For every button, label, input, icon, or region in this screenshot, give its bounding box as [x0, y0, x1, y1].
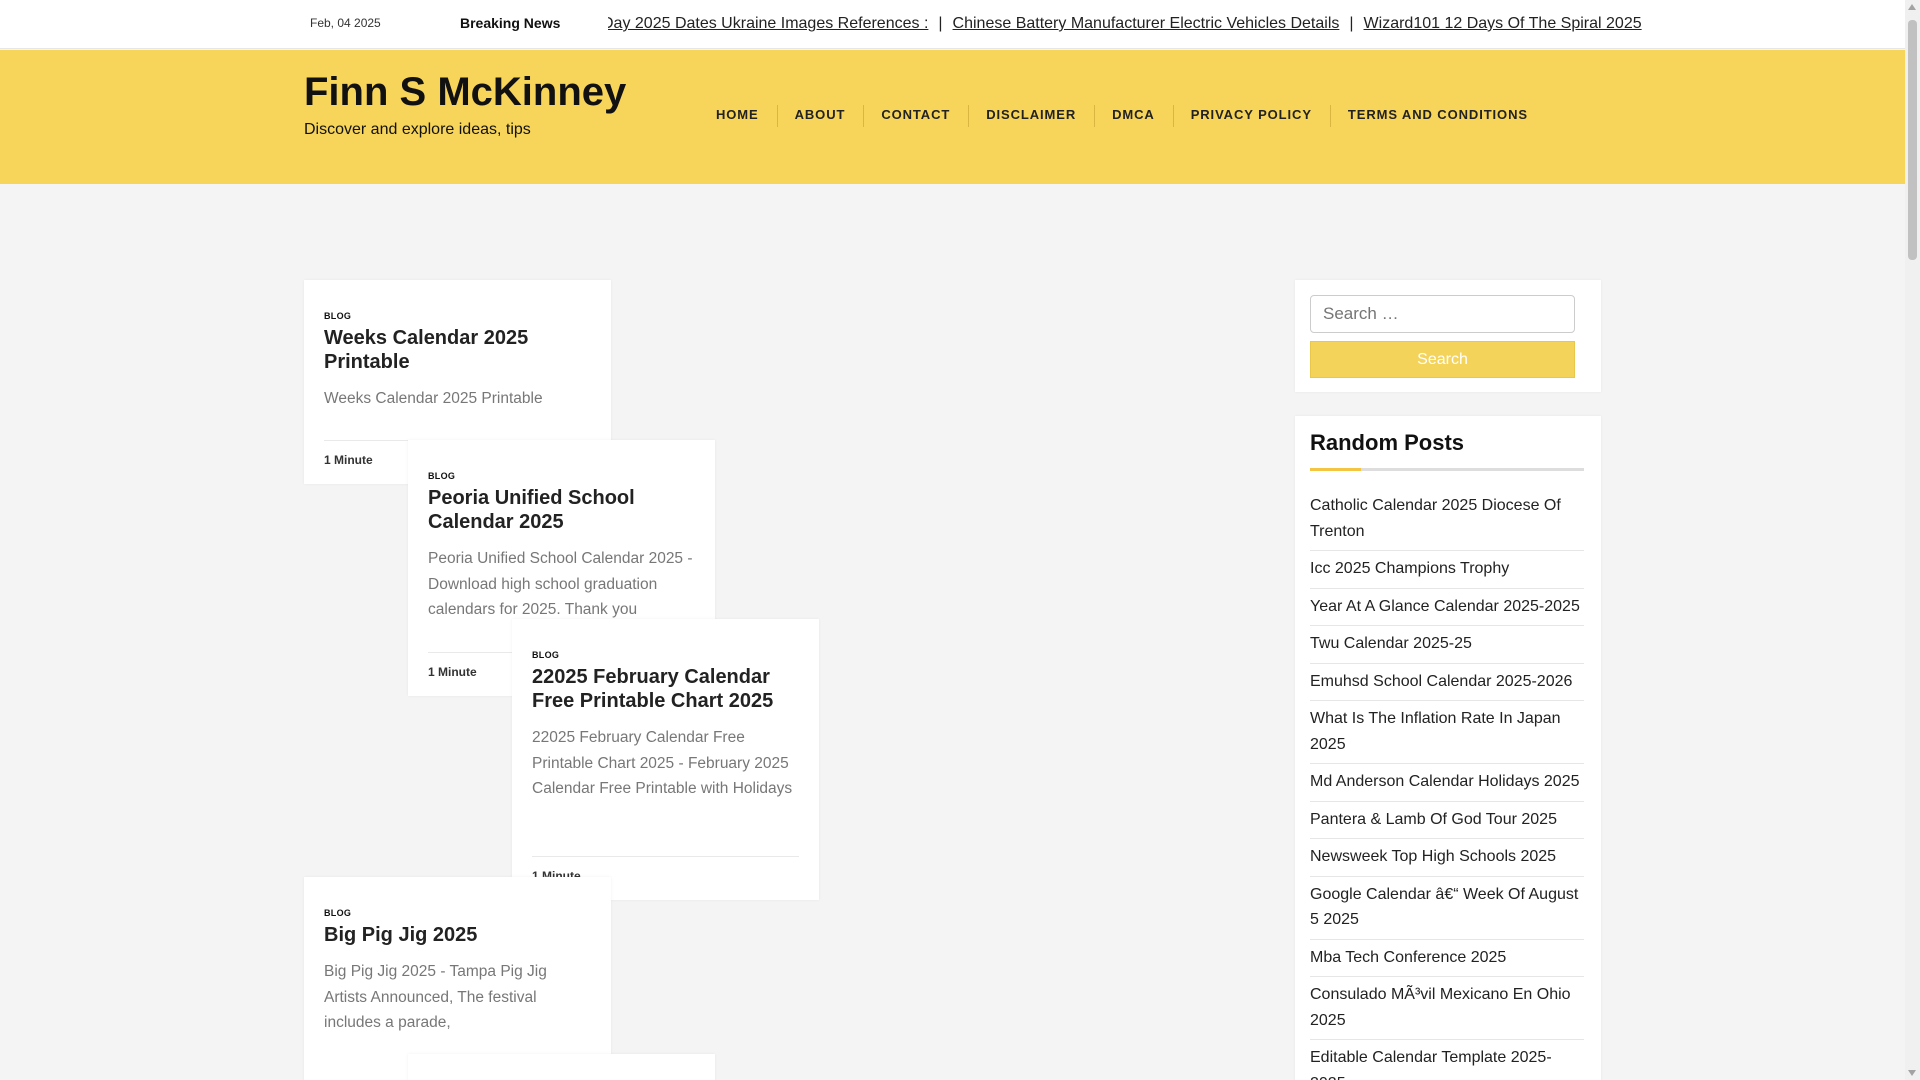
post-title[interactable]: Peoria Unified School Calendar 2025 [428, 486, 695, 534]
search-button[interactable]: Search [1310, 341, 1575, 378]
post-excerpt: Peoria Unified School Calendar 2025 - Do… [428, 550, 693, 618]
nav-item-about[interactable]: ABOUT [776, 105, 864, 129]
post-title[interactable]: Weeks Calendar 2025 Printable [324, 326, 591, 374]
top-bar: Feb, 04 2025 Breaking News Day 2025 Date… [0, 0, 1905, 49]
search-widget: Search [1295, 280, 1601, 392]
news-ticker: Day 2025 Dates Ukraine Images References… [608, 13, 1653, 37]
random-post-link[interactable]: Consulado MÃ³vil Mexicano En Ohio 2025 [1310, 977, 1584, 1040]
nav-item-terms-and-conditions[interactable]: TERMS AND CONDITIONS [1329, 105, 1546, 129]
post-category[interactable]: BLOG [532, 650, 799, 660]
nav-item-dmca[interactable]: DMCA [1094, 105, 1173, 129]
ticker-link[interactable]: Chinese Battery Manufacturer Electric Ve… [953, 15, 1340, 32]
post-card: BLOG 22025 February Calendar Free Printa… [512, 619, 819, 900]
ticker-separator: | [938, 15, 943, 32]
post-excerpt: Big Pig Jig 2025 - Tampa Pig Jig Artists… [324, 963, 547, 1031]
random-post-link[interactable]: Emuhsd School Calendar 2025-2026 [1310, 664, 1584, 701]
current-date: Feb, 04 2025 [310, 16, 381, 30]
scroll-up-arrow-icon[interactable] [1908, 4, 1916, 10]
post-title[interactable]: Big Pig Jig 2025 [324, 923, 591, 947]
post-category[interactable]: BLOG [428, 471, 695, 481]
random-post-link[interactable]: Editable Calendar Template 2025-2025 [1310, 1040, 1584, 1080]
post-card: BLOG Big Pig Jig 2025 Big Pig Jig 2025 -… [304, 877, 611, 1080]
site-header: Finn S McKinney Discover and explore ide… [0, 50, 1905, 184]
vertical-scrollbar[interactable] [1905, 0, 1920, 1080]
post-excerpt: 22025 February Calendar Free Printable C… [532, 729, 793, 797]
random-post-link[interactable]: What Is The Inflation Rate In Japan 2025 [1310, 701, 1584, 764]
breaking-news-label: Breaking News [460, 15, 561, 31]
site-description: Discover and explore ideas, tips [304, 121, 531, 138]
nav-item-disclaimer[interactable]: DISCLAIMER [968, 105, 1094, 129]
random-post-link[interactable]: Mba Tech Conference 2025 [1310, 940, 1584, 977]
post-category[interactable]: BLOG [324, 311, 591, 321]
page: Feb, 04 2025 Breaking News Day 2025 Date… [0, 0, 1905, 1080]
random-posts-widget: Random Posts Catholic Calendar 2025 Dioc… [1295, 416, 1601, 1080]
random-post-link[interactable]: Google Calendar â€“ Week Of August 5 202… [1310, 877, 1584, 940]
random-post-link[interactable]: Md Anderson Calendar Holidays 2025 [1310, 764, 1584, 802]
random-post-link[interactable]: Newsweek Top High Schools 2025 [1310, 839, 1584, 877]
scroll-down-arrow-icon[interactable] [1908, 1070, 1916, 1076]
widget-title-underline [1310, 468, 1584, 471]
random-post-link[interactable]: Year At A Glance Calendar 2025-2025 [1310, 589, 1584, 626]
scrollbar-thumb[interactable] [1908, 20, 1917, 260]
random-post-link[interactable]: Catholic Calendar 2025 Diocese Of Trento… [1310, 488, 1584, 551]
ticker-separator: | [1349, 15, 1354, 32]
ticker-link[interactable]: Day 2025 Dates Ukraine Images References… [608, 15, 928, 32]
post-excerpt: Weeks Calendar 2025 Printable [324, 390, 543, 407]
random-post-link[interactable]: Icc 2025 Champions Trophy [1310, 551, 1584, 589]
site-title[interactable]: Finn S McKinney [304, 70, 626, 115]
nav-item-contact[interactable]: CONTACT [863, 105, 968, 129]
random-post-link[interactable]: Twu Calendar 2025-25 [1310, 626, 1584, 664]
post-title[interactable]: 22025 February Calendar Free Printable C… [532, 665, 799, 713]
post-category[interactable]: BLOG [324, 908, 591, 918]
main-navigation: HOME ABOUT CONTACT DISCLAIMER DMCA PRIVA… [698, 105, 1546, 129]
post-card-partial [408, 1054, 715, 1080]
ticker-link[interactable]: Wizard101 12 Days Of The Spiral 2025 [1364, 15, 1642, 32]
random-posts-title: Random Posts [1310, 430, 1465, 455]
search-input[interactable] [1310, 295, 1575, 333]
nav-item-privacy-policy[interactable]: PRIVACY POLICY [1172, 105, 1330, 129]
nav-item-home[interactable]: HOME [698, 107, 777, 129]
widget-title-accent [1310, 468, 1361, 471]
random-post-link[interactable]: Pantera & Lamb Of God Tour 2025 [1310, 802, 1584, 839]
random-posts-list: Catholic Calendar 2025 Diocese Of Trento… [1310, 488, 1584, 1080]
ticker-track: Day 2025 Dates Ukraine Images References… [608, 15, 1642, 33]
